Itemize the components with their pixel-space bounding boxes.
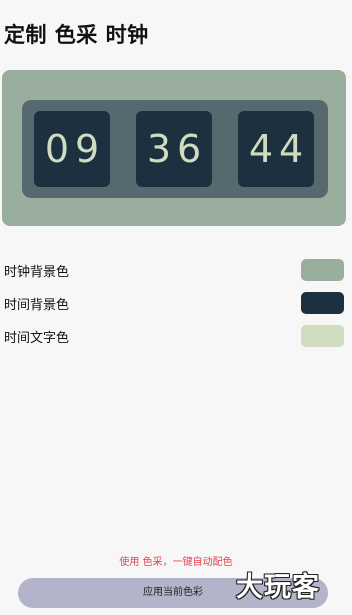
clock-background-color-swatch[interactable]: [301, 259, 344, 281]
setting-time-text: 时间文字色: [0, 325, 352, 349]
setting-label-time-text: 时间文字色: [4, 331, 70, 346]
page-title: 定制 色采 时钟: [4, 23, 149, 47]
setting-clock-background: 时钟背景色: [0, 259, 352, 283]
clock-preview: 09 36 44: [2, 70, 346, 226]
hours-display: 09: [34, 111, 110, 187]
minutes-display: 36: [136, 111, 212, 187]
setting-time-background: 时间背景色: [0, 292, 352, 316]
seconds-display: 44: [238, 111, 314, 187]
time-background-color-swatch[interactable]: [301, 292, 344, 314]
time-text-color-swatch[interactable]: [301, 325, 344, 347]
clock-frame: 09 36 44: [22, 100, 328, 198]
watermark-logo: 大玩客: [236, 572, 320, 603]
setting-label-time-background: 时间背景色: [4, 298, 70, 313]
setting-label-clock-background: 时钟背景色: [4, 265, 70, 280]
